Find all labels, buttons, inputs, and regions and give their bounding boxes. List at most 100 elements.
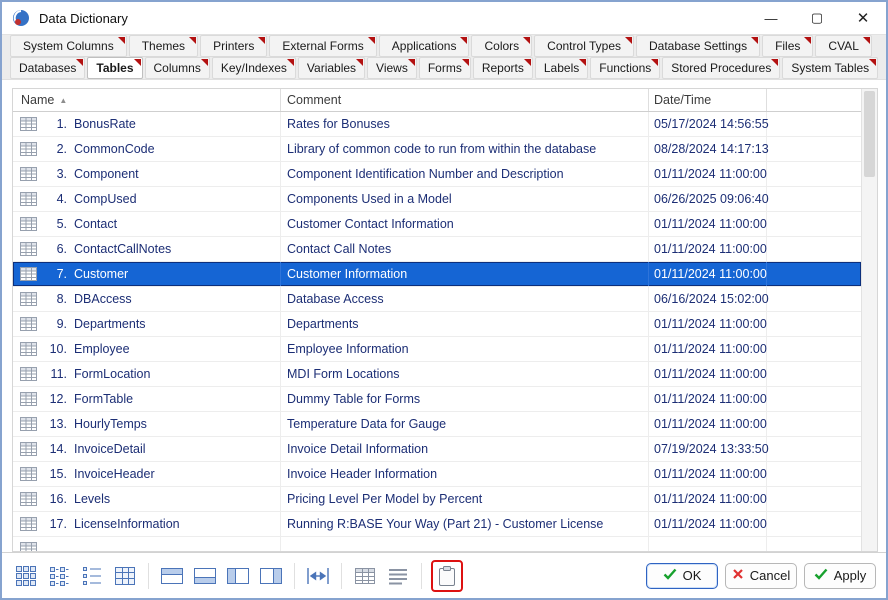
vertical-scrollbar[interactable] <box>861 89 877 551</box>
grid-view-icon[interactable] <box>351 562 379 590</box>
column-header-datetime[interactable]: Date/Time <box>649 89 767 111</box>
tab-cval[interactable]: CVAL <box>815 35 871 57</box>
clipboard-icon[interactable] <box>433 562 461 590</box>
row-number: 14. <box>43 442 67 456</box>
column-header-comment[interactable]: Comment <box>281 89 649 111</box>
row-name-cell: 16. Levels <box>43 487 281 511</box>
tab-views[interactable]: Views <box>367 57 417 79</box>
app-icon <box>12 9 30 27</box>
split-bottom-icon[interactable] <box>191 562 219 590</box>
table-icon <box>13 462 43 486</box>
tab-corner-marker-icon <box>771 59 778 66</box>
table-row[interactable]: 9. Departments Departments 01/11/2024 11… <box>13 312 861 337</box>
scrollbar-thumb[interactable] <box>864 91 875 177</box>
tab-colors[interactable]: Colors <box>471 35 532 57</box>
table-row[interactable]: 3. Component Component Identification Nu… <box>13 162 861 187</box>
row-filler <box>767 387 861 411</box>
table-row[interactable]: 2. CommonCode Library of common code to … <box>13 137 861 162</box>
small-icons-view-icon[interactable] <box>45 562 73 590</box>
tab-control-types[interactable]: Control Types <box>534 35 634 57</box>
tab-external-forms[interactable]: External Forms <box>269 35 376 57</box>
tab-corner-marker-icon <box>356 59 363 66</box>
split-top-icon[interactable] <box>158 562 186 590</box>
tab-label: Views <box>376 61 408 75</box>
tab-label: Columns <box>154 61 201 75</box>
table-icon <box>13 537 43 551</box>
toolbar-group <box>158 562 285 590</box>
table-icon <box>13 137 43 161</box>
table-row[interactable]: 5. Contact Customer Contact Information … <box>13 212 861 237</box>
table-row[interactable]: 17. LicenseInformation Running R:BASE Yo… <box>13 512 861 537</box>
row-datetime: 08/28/2024 14:17:13 <box>649 137 767 161</box>
apply-check-icon <box>814 568 828 583</box>
table-row[interactable]: 7. Customer Customer Information 01/11/2… <box>13 262 861 287</box>
column-header-name[interactable]: Name ▲ <box>13 89 281 111</box>
row-comment: Pricing Level Per Model by Percent <box>281 487 649 511</box>
tab-corner-marker-icon <box>118 37 125 44</box>
table-row[interactable]: 13. HourlyTemps Temperature Data for Gau… <box>13 412 861 437</box>
row-datetime: 05/17/2024 14:56:55 <box>649 112 767 136</box>
split-left-icon[interactable] <box>224 562 252 590</box>
row-datetime: 01/11/2024 11:00:00 <box>649 337 767 361</box>
table-row-partial[interactable] <box>13 537 861 551</box>
cancel-button[interactable]: Cancel <box>725 563 797 589</box>
row-name: CompUsed <box>74 192 137 206</box>
table-row[interactable]: 14. InvoiceDetail Invoice Detail Informa… <box>13 437 861 462</box>
table-icon <box>13 437 43 461</box>
row-comment: Rates for Bonuses <box>281 112 649 136</box>
table-row[interactable]: 10. Employee Employee Information 01/11/… <box>13 337 861 362</box>
tab-applications[interactable]: Applications <box>379 35 470 57</box>
table-row[interactable]: 16. Levels Pricing Level Per Model by Pe… <box>13 487 861 512</box>
table-icon <box>13 362 43 386</box>
tab-tables[interactable]: Tables <box>87 57 142 79</box>
row-number: 12. <box>43 392 67 406</box>
ok-button[interactable]: OK <box>646 563 718 589</box>
tab-reports[interactable]: Reports <box>473 57 533 79</box>
toolbar-separator <box>148 563 149 589</box>
grid-body: 1. BonusRate Rates for Bonuses 05/17/202… <box>13 112 861 551</box>
tab-forms[interactable]: Forms <box>419 57 471 79</box>
tab-label: Control Types <box>547 39 621 53</box>
tab-database-settings[interactable]: Database Settings <box>636 35 760 57</box>
details-view-icon[interactable] <box>111 562 139 590</box>
tab-themes[interactable]: Themes <box>129 35 198 57</box>
close-button[interactable]: ✕ <box>840 2 886 34</box>
split-right-icon[interactable] <box>257 562 285 590</box>
table-row[interactable]: 8. DBAccess Database Access 06/16/2024 1… <box>13 287 861 312</box>
table-row[interactable]: 15. InvoiceHeader Invoice Header Informa… <box>13 462 861 487</box>
tab-system-columns[interactable]: System Columns <box>10 35 127 57</box>
tab-label: Applications <box>392 39 457 53</box>
tab-labels[interactable]: Labels <box>535 57 588 79</box>
table-row[interactable]: 1. BonusRate Rates for Bonuses 05/17/202… <box>13 112 861 137</box>
large-icons-view-icon[interactable] <box>12 562 40 590</box>
table-row[interactable]: 11. FormLocation MDI Form Locations 01/1… <box>13 362 861 387</box>
tab-databases[interactable]: Databases <box>10 57 85 79</box>
tab-printers[interactable]: Printers <box>200 35 267 57</box>
apply-button[interactable]: Apply <box>804 563 876 589</box>
tab-variables[interactable]: Variables <box>298 57 365 79</box>
tab-label: Reports <box>482 61 524 75</box>
tab-files[interactable]: Files <box>762 35 813 57</box>
tab-system-tables[interactable]: System Tables <box>782 57 878 79</box>
row-datetime: 07/19/2024 13:33:50 <box>649 437 767 461</box>
row-lines-view-icon[interactable] <box>384 562 412 590</box>
tab-label: Variables <box>307 61 356 75</box>
row-datetime: 01/11/2024 11:00:00 <box>649 362 767 386</box>
row-name: Levels <box>74 492 110 506</box>
table-row[interactable]: 4. CompUsed Components Used in a Model 0… <box>13 187 861 212</box>
tab-corner-marker-icon <box>869 59 876 66</box>
table-row[interactable]: 12. FormTable Dummy Table for Forms 01/1… <box>13 387 861 412</box>
row-number: 9. <box>43 317 67 331</box>
fit-width-icon[interactable] <box>304 562 332 590</box>
maximize-button[interactable]: ▢ <box>794 2 840 34</box>
tab-stored-procedures[interactable]: Stored Procedures <box>662 57 780 79</box>
tab-functions[interactable]: Functions <box>590 57 660 79</box>
sort-ascending-icon: ▲ <box>59 95 67 105</box>
list-view-icon[interactable] <box>78 562 106 590</box>
tab-columns[interactable]: Columns <box>145 57 210 79</box>
minimize-button[interactable]: — <box>748 2 794 34</box>
table-row[interactable]: 6. ContactCallNotes Contact Call Notes 0… <box>13 237 861 262</box>
row-filler <box>767 412 861 436</box>
row-number: 1. <box>43 117 67 131</box>
tab-key-indexes[interactable]: Key/Indexes <box>212 57 296 79</box>
